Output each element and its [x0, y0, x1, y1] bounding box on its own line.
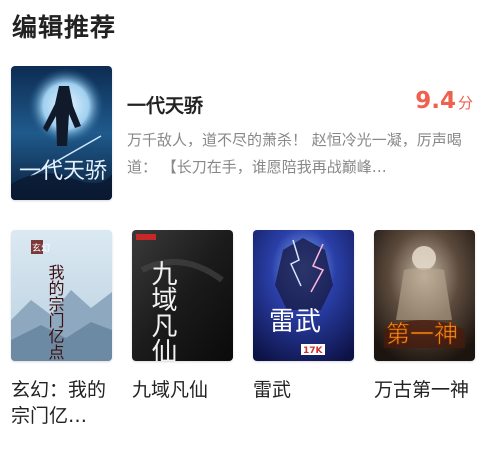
book-cover-text: 九域凡仙: [147, 260, 177, 361]
book-cover-text: 第一神: [386, 320, 458, 348]
book-card[interactable]: 第一神 万古第一神: [374, 230, 475, 403]
book-card[interactable]: 九域凡仙 九域凡仙: [132, 230, 233, 403]
book-cover-text: 我的宗门亿点强: [46, 264, 65, 361]
section-title: 编辑推荐: [12, 13, 117, 42]
featured-book-card[interactable]: 一代天骄 一代天骄 9.4 分 万千敌人，道不尽的萧杀！ 赵恒冷光一凝，厉声喝道：…: [11, 66, 473, 200]
score-value: 9.4: [415, 88, 456, 114]
featured-book-score: 9.4 分: [415, 88, 473, 114]
book-cover[interactable]: 九域凡仙: [132, 230, 233, 361]
featured-book-cover[interactable]: 一代天骄: [11, 66, 112, 200]
featured-cover-text: 一代天骄: [19, 159, 107, 184]
featured-book-description: 万千敌人，道不尽的萧杀！ 赵恒冷光一凝，厉声喝道： 【长刀在手，谁愿陪我再战巅峰…: [127, 131, 462, 176]
book-title[interactable]: 万古第一神: [374, 377, 475, 403]
book-title[interactable]: 九域凡仙: [132, 377, 233, 403]
book-cover-badge: 17K: [303, 346, 324, 356]
book-title[interactable]: 雷武: [253, 377, 354, 403]
book-cover[interactable]: 第一神: [374, 230, 475, 361]
featured-book-title[interactable]: 一代天骄: [127, 91, 203, 118]
book-card[interactable]: 雷武 17K 雷武: [253, 230, 354, 403]
book-title[interactable]: 玄幻：我的宗门亿…: [11, 377, 112, 429]
book-cover[interactable]: 雷武 17K: [253, 230, 354, 361]
book-cover-text: 雷武: [269, 307, 321, 337]
score-unit: 分: [457, 94, 473, 112]
book-cover-tag: 玄幻: [32, 242, 50, 254]
book-cover[interactable]: 玄幻 我的宗门亿点强: [11, 230, 112, 361]
book-card[interactable]: 玄幻 我的宗门亿点强 玄幻：我的宗门亿…: [11, 230, 112, 429]
